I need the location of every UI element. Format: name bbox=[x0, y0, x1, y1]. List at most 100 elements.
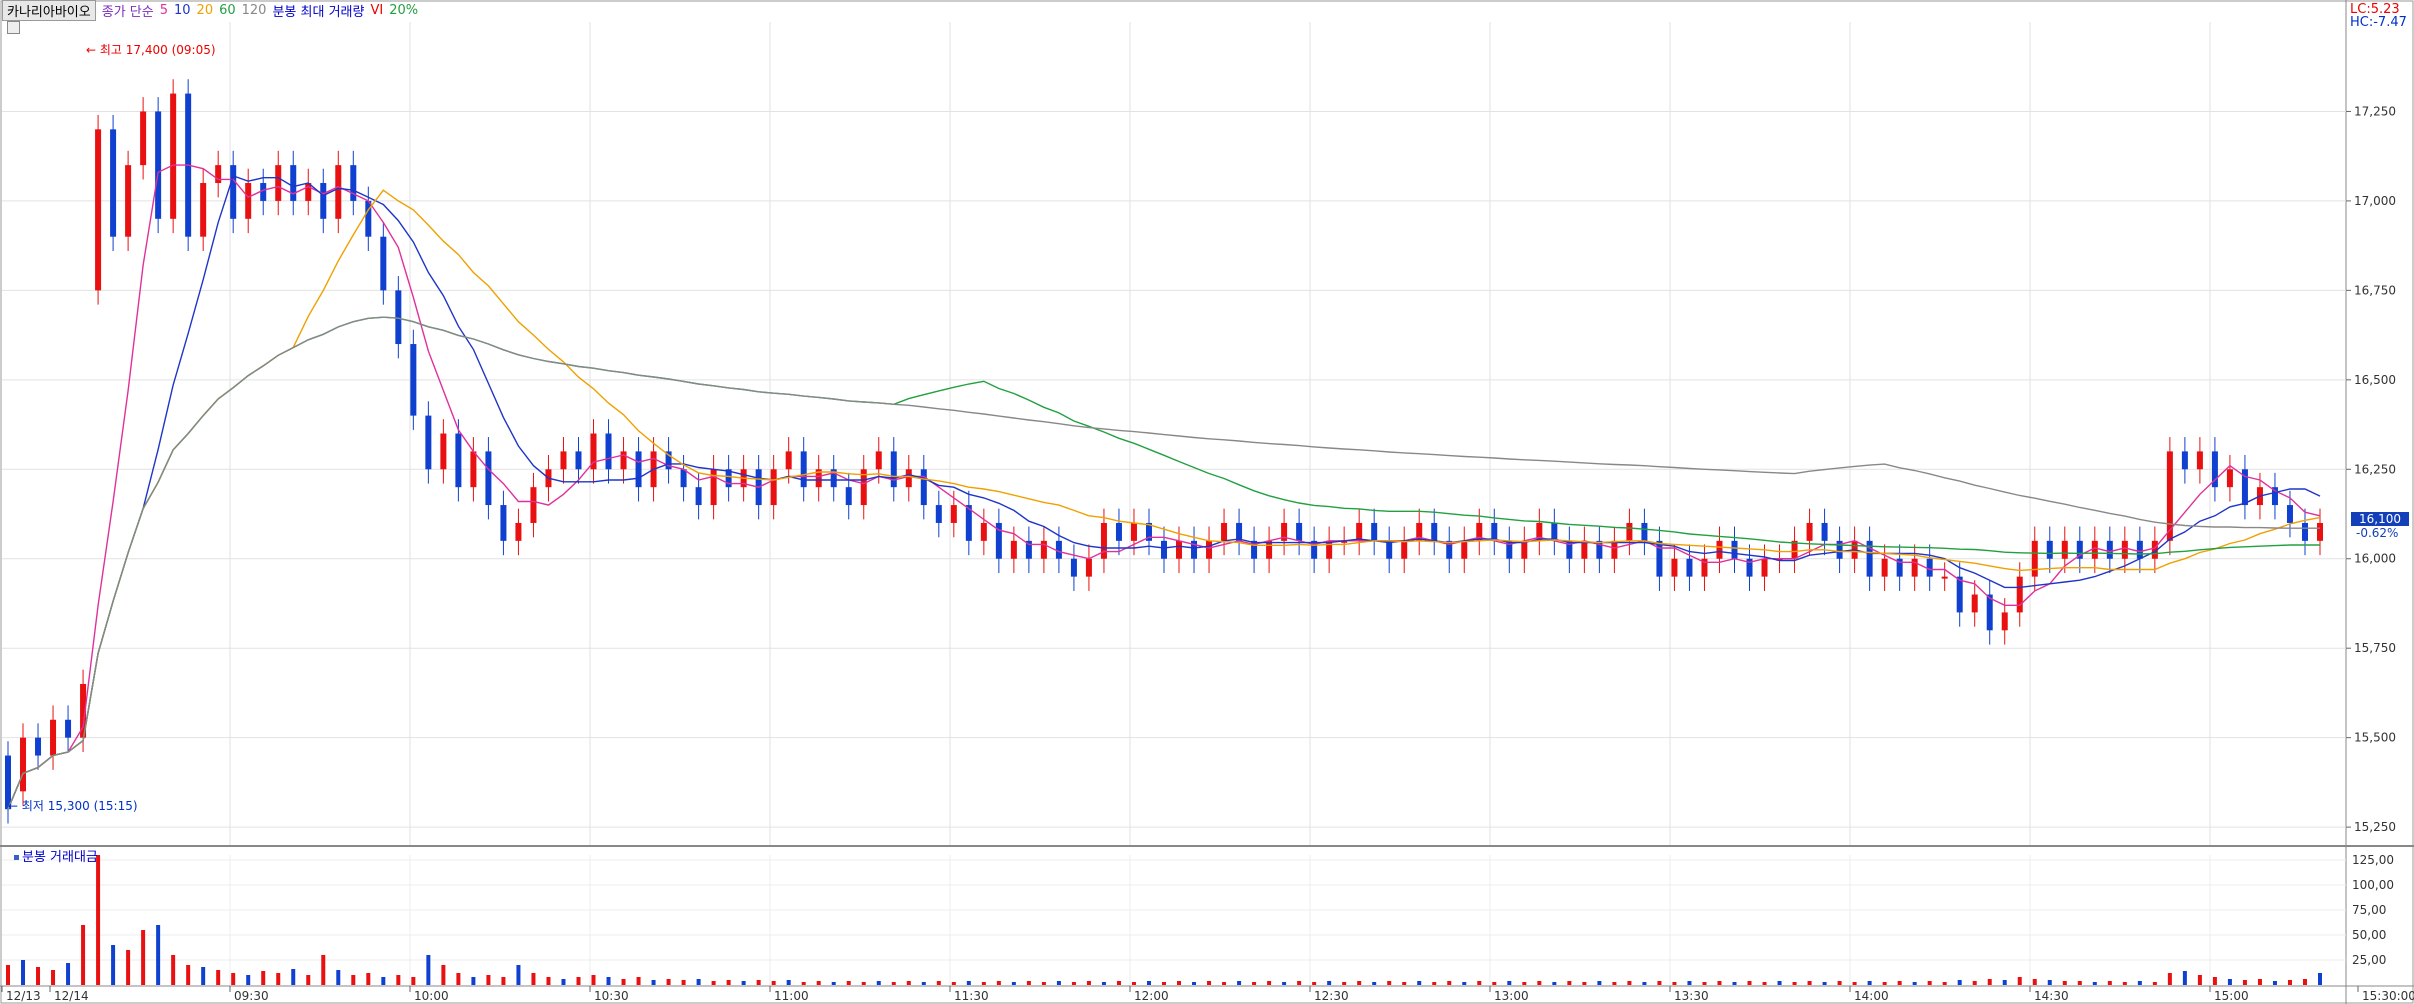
candle bbox=[1806, 522, 1813, 541]
candle bbox=[2106, 540, 2113, 559]
volume-bar bbox=[1537, 981, 1542, 985]
time-tick-label: 12:00 bbox=[1134, 989, 1169, 1003]
stock-name[interactable]: 카나리아바이오 bbox=[2, 0, 96, 21]
volume-bar bbox=[771, 981, 776, 985]
volume-bar bbox=[2182, 971, 2187, 985]
volume-bar bbox=[246, 975, 251, 985]
volume-bar bbox=[936, 981, 941, 985]
candle bbox=[905, 469, 912, 488]
candle bbox=[1611, 540, 1618, 559]
candle bbox=[1521, 540, 1528, 559]
candle bbox=[425, 415, 432, 470]
ma-10: 10 bbox=[174, 2, 191, 18]
price-tick-label: 15,750 bbox=[2354, 641, 2396, 655]
candle bbox=[50, 719, 57, 756]
candle bbox=[245, 183, 252, 219]
candle bbox=[335, 165, 342, 219]
volume-bar bbox=[141, 930, 146, 985]
volume-bar bbox=[366, 973, 371, 985]
current-change: -0.62% bbox=[2356, 526, 2399, 540]
volume-bar bbox=[96, 855, 101, 985]
low-annotation-text: 최저 15,300 (15:15) bbox=[21, 799, 138, 813]
candle bbox=[290, 165, 297, 201]
chart-header: 카나리아바이오 종가 단순 5 10 20 60 120 분봉 최대 거래량 V… bbox=[0, 0, 418, 21]
volume-bar bbox=[261, 971, 266, 985]
volume-tick-label: 25,00 bbox=[2352, 953, 2386, 967]
high-annotation: ← 최고 17,400 (09:05) bbox=[86, 43, 216, 57]
volume-bar bbox=[1672, 982, 1677, 985]
candle bbox=[1671, 558, 1678, 577]
candle bbox=[890, 451, 897, 488]
volume-bar bbox=[2122, 982, 2127, 985]
candle bbox=[1656, 540, 1663, 577]
candle bbox=[1236, 522, 1243, 541]
candle bbox=[200, 183, 207, 237]
volume-bar bbox=[1417, 981, 1422, 985]
price-volume-chart[interactable]: 17,250 17,000 16,750 16,500 16,250 16,000 15,7… bbox=[0, 0, 2414, 1004]
volume-bar bbox=[1312, 982, 1317, 985]
candle bbox=[155, 111, 162, 219]
chart-menu-button[interactable] bbox=[7, 21, 20, 34]
candle bbox=[980, 522, 987, 541]
candle bbox=[2286, 505, 2293, 523]
volume-bar bbox=[216, 970, 221, 985]
candle bbox=[785, 451, 792, 470]
candle bbox=[515, 522, 522, 541]
price-tick-label: 16,250 bbox=[2354, 462, 2396, 476]
candle bbox=[1386, 540, 1393, 559]
volume-bar bbox=[156, 925, 161, 985]
volume-bar bbox=[426, 955, 431, 985]
volume-bar bbox=[1717, 981, 1722, 985]
volume-bar bbox=[1402, 982, 1407, 985]
volume-bar bbox=[2017, 977, 2022, 985]
time-tick-label: 13:30 bbox=[1674, 989, 1709, 1003]
volume-bar bbox=[1267, 981, 1272, 985]
time-tick-label: 10:30 bbox=[594, 989, 629, 1003]
candle bbox=[275, 165, 282, 201]
volume-bar bbox=[1372, 982, 1377, 985]
volume-bar bbox=[1026, 981, 1031, 985]
volume-bar bbox=[666, 979, 671, 985]
volume-bar bbox=[231, 973, 236, 985]
candle bbox=[1881, 558, 1888, 577]
volume-bar bbox=[681, 980, 686, 985]
volume-bar bbox=[1582, 982, 1587, 985]
time-tick-label: 14:00 bbox=[1854, 989, 1889, 1003]
ma-line bbox=[7, 175, 2321, 810]
candle bbox=[140, 111, 147, 166]
candle bbox=[1130, 522, 1137, 541]
volume-bar bbox=[741, 981, 746, 985]
volume-bar bbox=[321, 955, 326, 985]
candle bbox=[695, 487, 702, 506]
candle bbox=[2317, 522, 2323, 541]
candle bbox=[35, 737, 42, 756]
volume-bar bbox=[1192, 982, 1197, 985]
volume-bar bbox=[1056, 981, 1061, 985]
ma-5: 5 bbox=[159, 2, 168, 18]
volume-bar bbox=[1162, 982, 1166, 985]
volume-bar bbox=[1687, 981, 1692, 985]
volume-bar bbox=[1041, 982, 1046, 985]
price-tick-label: 16,500 bbox=[2354, 373, 2396, 387]
volume-panel-title-text: 분봉 거래대금 bbox=[22, 850, 98, 865]
candle bbox=[1040, 540, 1047, 559]
candle bbox=[305, 183, 312, 201]
candle bbox=[2046, 540, 2053, 559]
volume-bar bbox=[1177, 981, 1182, 985]
volume-bar bbox=[966, 981, 971, 985]
volume-bar bbox=[1327, 981, 1332, 985]
volume-bar bbox=[2167, 973, 2172, 985]
candle bbox=[2091, 540, 2098, 559]
ma-120: 120 bbox=[241, 2, 267, 18]
volume-bar bbox=[1146, 981, 1151, 985]
candle bbox=[1626, 522, 1633, 541]
volume-bar bbox=[21, 960, 26, 985]
volume-bar bbox=[906, 981, 911, 985]
candle bbox=[1431, 522, 1438, 541]
volume-bar bbox=[651, 980, 656, 985]
candle bbox=[500, 505, 507, 541]
volume-bar bbox=[1522, 982, 1527, 985]
candle bbox=[1266, 540, 1273, 559]
volume-bar bbox=[1597, 981, 1602, 985]
volume-bar bbox=[1432, 982, 1437, 985]
